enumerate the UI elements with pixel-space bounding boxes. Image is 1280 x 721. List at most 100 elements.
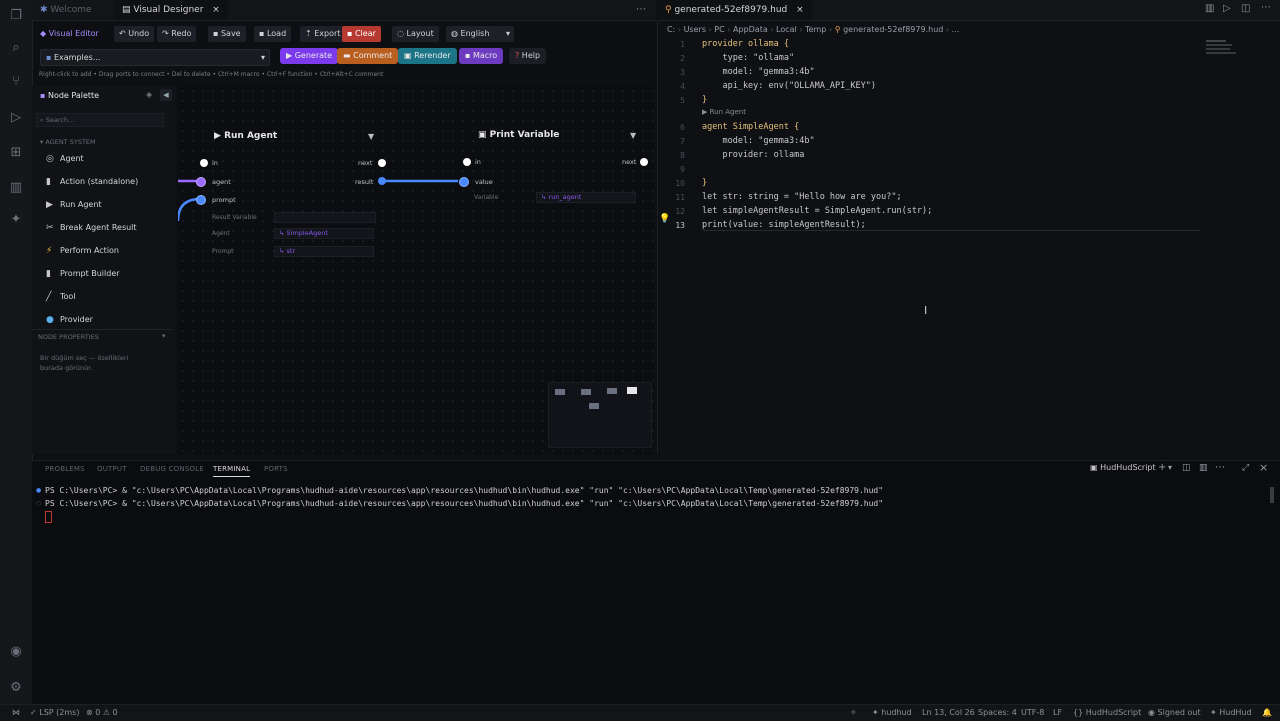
macro-button[interactable]: ▪ Macro xyxy=(459,48,504,64)
account-icon[interactable]: ◉ xyxy=(8,644,24,660)
cursor-position[interactable]: Ln 13, Col 26 xyxy=(922,708,975,717)
codelens-run-agent[interactable]: ▶ Run Agent xyxy=(702,108,746,116)
palette-item-run-agent[interactable]: ▶ Run Agent xyxy=(46,198,102,212)
print-variable-next-port[interactable] xyxy=(640,158,648,166)
panel-tab-output[interactable]: OUTPUT xyxy=(97,465,127,473)
breadcrumb-item[interactable]: generated-52ef8979.hud xyxy=(843,25,943,34)
split-editor-icon[interactable]: ◫ xyxy=(1241,3,1250,14)
brand-status[interactable]: ✦ HudHud xyxy=(1210,708,1252,717)
node-collapse-icon[interactable]: ▼ xyxy=(368,132,374,141)
load-button[interactable]: ▪ Load xyxy=(254,26,292,42)
graph-icon[interactable]: ▥ xyxy=(1205,3,1214,14)
language-mode[interactable]: {} HudHudScript xyxy=(1073,708,1141,717)
terminal-scrollbar[interactable] xyxy=(1270,487,1274,503)
panel-tab-terminal[interactable]: TERMINAL xyxy=(213,465,251,477)
encoding-status[interactable]: UTF-8 xyxy=(1021,708,1044,717)
panel-tab-debug-console[interactable]: DEBUG CONSOLE xyxy=(140,465,204,473)
eol-status[interactable]: LF xyxy=(1053,708,1062,717)
palette-search-input[interactable]: ⌕ Search... xyxy=(36,113,164,127)
breadcrumb-item[interactable]: PC xyxy=(714,25,724,34)
result-variable-input[interactable] xyxy=(274,212,376,223)
node-collapse-icon[interactable]: ▼ xyxy=(630,131,636,140)
run-agent-result-port[interactable] xyxy=(378,177,386,185)
extensions-icon[interactable]: ⊞ xyxy=(8,145,24,161)
comment-button[interactable]: ▬ Comment xyxy=(337,48,399,64)
chart-icon[interactable]: ▥ xyxy=(8,180,24,196)
node-canvas[interactable]: ▶ Run Agent ▼ in next agent result promp… xyxy=(178,86,654,454)
remote-icon[interactable]: ⋈ xyxy=(12,708,20,717)
split-terminal-icon[interactable]: ◫ xyxy=(1182,463,1191,473)
terminal-selector[interactable]: ▣ HudHudScript xyxy=(1090,463,1156,472)
help-button[interactable]: ? Help xyxy=(509,48,547,64)
close-tab-icon[interactable]: × xyxy=(796,5,804,15)
redo-button[interactable]: ↷ Redo xyxy=(157,26,197,42)
prompt-field-value[interactable]: ↳ str xyxy=(274,246,374,257)
generate-button[interactable]: ▶ Generate xyxy=(280,48,339,64)
notifications-icon[interactable]: 🔔 xyxy=(1262,708,1272,717)
close-panel-icon[interactable]: × xyxy=(1259,461,1268,474)
run-agent-agent-port[interactable] xyxy=(196,177,206,187)
account-status[interactable]: ◉ Signed out xyxy=(1148,708,1201,717)
more-actions-icon[interactable]: ⋯ xyxy=(1215,462,1225,473)
print-variable-node[interactable]: ▣ Print Variable ▼ in next value Variabl… xyxy=(459,124,648,214)
run-debug-icon[interactable]: ▷ xyxy=(8,110,24,126)
breadcrumb-item[interactable]: Local xyxy=(776,25,797,34)
print-variable-value-port[interactable] xyxy=(459,177,469,187)
print-variable-in-port[interactable] xyxy=(463,158,471,166)
error-icon: ⊗ xyxy=(86,708,93,717)
pin-icon[interactable]: ◈ xyxy=(146,90,152,99)
run-agent-next-port[interactable] xyxy=(378,159,386,167)
more-actions-icon[interactable]: ⋯ xyxy=(1261,2,1271,13)
variable-field-value[interactable]: ↳ run_agent xyxy=(536,192,636,203)
run-agent-in-port[interactable] xyxy=(200,159,208,167)
braces-icon: {} xyxy=(1073,708,1084,717)
palette-item-prompt-builder[interactable]: ▮ Prompt Builder xyxy=(46,267,120,281)
code-area[interactable]: 1 provider ollama { 2 type: "ollama" 3 m… xyxy=(657,38,1217,238)
palette-item-agent[interactable]: ◎ Agent xyxy=(46,152,84,166)
breadcrumb-item[interactable]: Users xyxy=(684,25,706,34)
hudhud-status[interactable]: ✦ hudhud xyxy=(872,708,912,717)
extension-icon[interactable]: ✧ xyxy=(850,708,857,717)
agent-field-value[interactable]: ↳ SimpleAgent xyxy=(274,228,374,239)
breadcrumb-item[interactable]: ... xyxy=(952,25,960,34)
palette-item-provider[interactable]: ● Provider xyxy=(46,313,93,327)
palette-item-tool[interactable]: ╱ Tool xyxy=(46,290,76,304)
export-button[interactable]: ⇡ Export xyxy=(300,26,346,42)
search-icon[interactable]: ⌕ xyxy=(8,40,24,56)
breadcrumb-item[interactable]: C: xyxy=(667,25,675,34)
panel-tab-problems[interactable]: PROBLEMS xyxy=(45,465,85,473)
breadcrumb-item[interactable]: Temp xyxy=(805,25,826,34)
canvas-minimap[interactable] xyxy=(548,382,652,448)
lsp-status[interactable]: ✓ LSP (2ms) xyxy=(30,708,79,717)
run-agent-node[interactable]: ▶ Run Agent ▼ in next agent result promp… xyxy=(196,124,386,264)
save-button[interactable]: ▪ Save xyxy=(208,26,246,42)
hudhud-icon[interactable]: ✦ xyxy=(8,212,24,228)
rerender-button[interactable]: ▣ Rerender xyxy=(398,48,457,64)
palette-item-action[interactable]: ▮ Action (standalone) xyxy=(46,175,138,189)
run-file-icon[interactable]: ▷ xyxy=(1223,3,1231,14)
layout-button[interactable]: ◌ Layout xyxy=(392,26,439,42)
panel-tab-ports[interactable]: PORTS xyxy=(264,465,288,473)
collapse-palette-icon[interactable]: ◀ xyxy=(160,89,172,101)
trash-icon[interactable]: ▥ xyxy=(1199,463,1208,473)
breadcrumb-item[interactable]: AppData xyxy=(733,25,768,34)
code-text: print(value: simpleAgentResult); xyxy=(702,220,866,230)
new-terminal-icon[interactable]: + xyxy=(1158,462,1166,473)
run-agent-prompt-port[interactable] xyxy=(196,195,206,205)
settings-gear-icon[interactable]: ⚙ xyxy=(8,680,24,696)
source-control-icon[interactable]: ⑂ xyxy=(8,74,24,90)
editor-minimap[interactable] xyxy=(1206,38,1236,58)
chevron-down-icon[interactable]: ▾ xyxy=(1168,463,1172,472)
indentation-status[interactable]: Spaces: 4 xyxy=(978,708,1017,717)
tab-generated-file[interactable]: ⚲ generated-52ef8979.hud × xyxy=(657,0,812,20)
maximize-panel-icon[interactable]: ⤢ xyxy=(1242,463,1249,473)
chevron-down-icon[interactable]: ▾ xyxy=(162,332,166,340)
examples-select[interactable]: ▪ Examples... ▾ xyxy=(40,49,270,66)
palette-item-break-agent-result[interactable]: ✂ Break Agent Result xyxy=(46,221,137,235)
undo-button[interactable]: ↶ Undo xyxy=(114,26,155,42)
problems-status[interactable]: ⊗ 0 ⚠ 0 xyxy=(86,708,118,717)
language-select[interactable]: ◍ English ▾ xyxy=(446,26,514,42)
clear-button[interactable]: ▪ Clear xyxy=(342,26,381,42)
code-text: agent SimpleAgent { xyxy=(702,122,800,132)
palette-item-perform-action[interactable]: ⚡ Perform Action xyxy=(46,244,119,258)
